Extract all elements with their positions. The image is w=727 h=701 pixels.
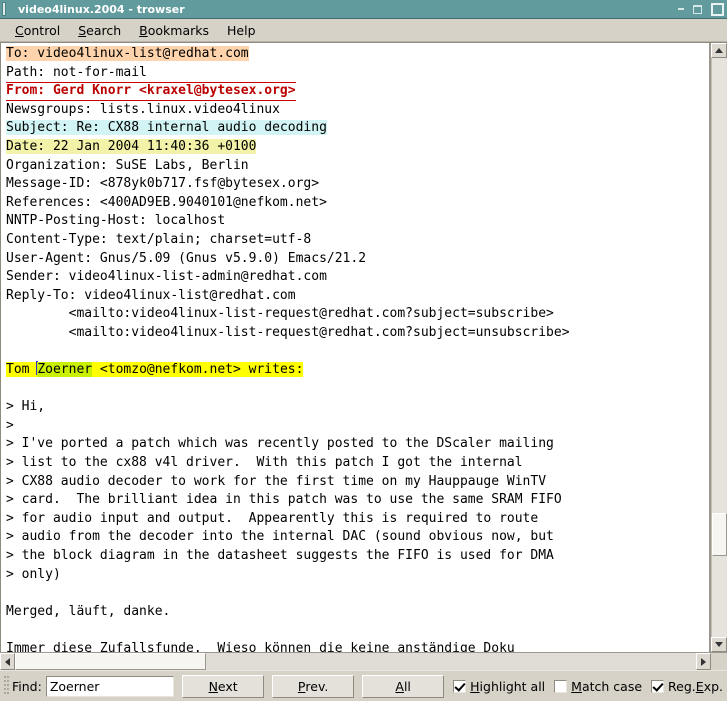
body-line: > Hi,: [6, 399, 46, 415]
body-line: > only): [6, 566, 61, 582]
find-buttons: Next Prev. All: [174, 674, 445, 698]
vertical-scroll-track[interactable]: [711, 58, 727, 637]
trowser-window: video4linux.2004 - trowser Control Search…: [0, 0, 727, 701]
checkbox-label: Match case: [571, 678, 643, 694]
find-label: Find:: [12, 678, 42, 694]
window-controls: [678, 0, 724, 18]
chevron-up-icon: [715, 48, 723, 53]
menu-bookmarks[interactable]: Bookmarks: [130, 21, 218, 40]
window-menu-icon[interactable]: [2, 2, 6, 16]
title-bar: video4linux.2004 - trowser: [0, 0, 727, 19]
horizontal-scroll-thumb[interactable]: [15, 653, 206, 670]
find-bar: Find: Zoerner Next Prev. All Highlight all…: [0, 670, 727, 701]
scroll-down-button[interactable]: [711, 637, 727, 652]
close-icon[interactable]: [711, 2, 724, 16]
chevron-left-icon: [5, 657, 10, 666]
message-text: To: video4linux-list@redhat.com Path: not…: [1, 43, 709, 652]
body-line: > card. The brilliant idea in this patch…: [6, 492, 562, 508]
vertical-scroll-thumb[interactable]: [712, 512, 727, 556]
find-options: Highlight all Match case Reg.Exp.: [444, 679, 723, 694]
menu-search[interactable]: Search: [69, 21, 130, 40]
search-match-current: Zoerner: [37, 362, 93, 378]
body-line: Merged, läuft, danke.: [6, 603, 171, 619]
scroll-left-button[interactable]: [0, 653, 15, 670]
checkbox-match-case[interactable]: Match case: [554, 679, 642, 694]
header-line: Reply-To: video4linux-list@redhat.com: [6, 287, 296, 303]
header-line: <mailto:video4linux-list-request@redhat.…: [6, 324, 570, 340]
header-line: Sender: video4linux-list-admin@redhat.co…: [6, 269, 327, 285]
header-line: Path: not-for-mail: [6, 64, 147, 80]
chevron-down-icon: [715, 642, 723, 647]
body-line: > audio from the decoder into the intern…: [6, 529, 554, 545]
content-viewport: To: video4linux-list@redhat.com Path: not…: [0, 42, 727, 652]
next-button[interactable]: Next: [182, 674, 265, 698]
attribution-line: Tom Zoerner <tomzo@nefkom.net> writes:: [6, 361, 304, 378]
header-line: Newsgroups: lists.linux.video4linux: [6, 101, 280, 117]
header-line: NNTP-Posting-Host: localhost: [6, 213, 226, 229]
horizontal-scrollbar[interactable]: [0, 652, 727, 670]
body-line: > CX88 audio decoder to work for the fir…: [6, 473, 547, 489]
header-line: Message-ID: <878yk0b717.fsf@bytesex.org>: [6, 176, 320, 192]
minimize-icon[interactable]: [678, 8, 684, 10]
body-line: [6, 621, 709, 640]
header-line: <mailto:video4linux-list-request@redhat.…: [6, 306, 554, 322]
body-line: [6, 584, 709, 603]
checkbox-reg-exp[interactable]: Reg.Exp.: [651, 679, 723, 694]
checkbox-highlight-all[interactable]: Highlight all: [453, 679, 545, 694]
window-title: video4linux.2004 - trowser: [18, 2, 185, 16]
header-line: From: Gerd Knorr <kraxel@bytesex.org>: [6, 82, 709, 101]
menu-control[interactable]: Control: [6, 21, 69, 40]
header-line: Date: 22 Jan 2004 11:40:36 +0100: [6, 138, 257, 154]
checkbox-indicator[interactable]: [554, 679, 568, 693]
body-line: > the block diagram in the datasheet sug…: [6, 548, 554, 564]
checkbox-label: Highlight all: [470, 678, 546, 694]
menu-bar: Control Search Bookmarks Help: [0, 19, 727, 42]
header-line: References: <400AD9EB.9040101@nefkom.net…: [6, 194, 327, 210]
checkbox-label: Reg.Exp.: [668, 678, 723, 694]
scroll-up-button[interactable]: [711, 43, 727, 58]
checkbox-indicator[interactable]: [453, 679, 467, 693]
checkbox-indicator[interactable]: [651, 679, 665, 693]
all-button[interactable]: All: [362, 674, 445, 698]
body-line: >: [6, 417, 14, 433]
header-line: User-Agent: Gnus/5.09 (Gnus v5.9.0) Emac…: [6, 250, 367, 266]
menu-help[interactable]: Help: [218, 21, 265, 40]
scroll-right-button[interactable]: [696, 653, 711, 670]
body-line: > list to the cx88 v4l driver. With this…: [6, 455, 523, 471]
message-text-view[interactable]: To: video4linux-list@redhat.com Path: not…: [0, 43, 710, 652]
header-line: Subject: Re: CX88 internal audio decodin…: [6, 120, 327, 136]
header-line: To: video4linux-list@redhat.com: [6, 46, 249, 61]
search-input[interactable]: Zoerner: [45, 675, 175, 697]
body-line: > for audio input and output. Appearentl…: [6, 510, 539, 526]
header-line: Organization: SuSE Labs, Berlin: [6, 157, 249, 173]
drag-grip-icon[interactable]: [4, 676, 9, 696]
header-line: Content-Type: text/plain; charset=utf-8: [6, 231, 312, 247]
prev-button[interactable]: Prev.: [272, 674, 355, 698]
body-line: Immer diese Zufallsfunde. Wieso können d…: [6, 641, 515, 652]
maximize-icon[interactable]: [693, 4, 702, 14]
chevron-right-icon: [701, 657, 706, 666]
body-line: > I've ported a patch which was recently…: [6, 436, 554, 452]
scrollbar-corner: [711, 653, 727, 670]
horizontal-scroll-track[interactable]: [15, 653, 696, 670]
vertical-scrollbar[interactable]: [710, 43, 727, 652]
